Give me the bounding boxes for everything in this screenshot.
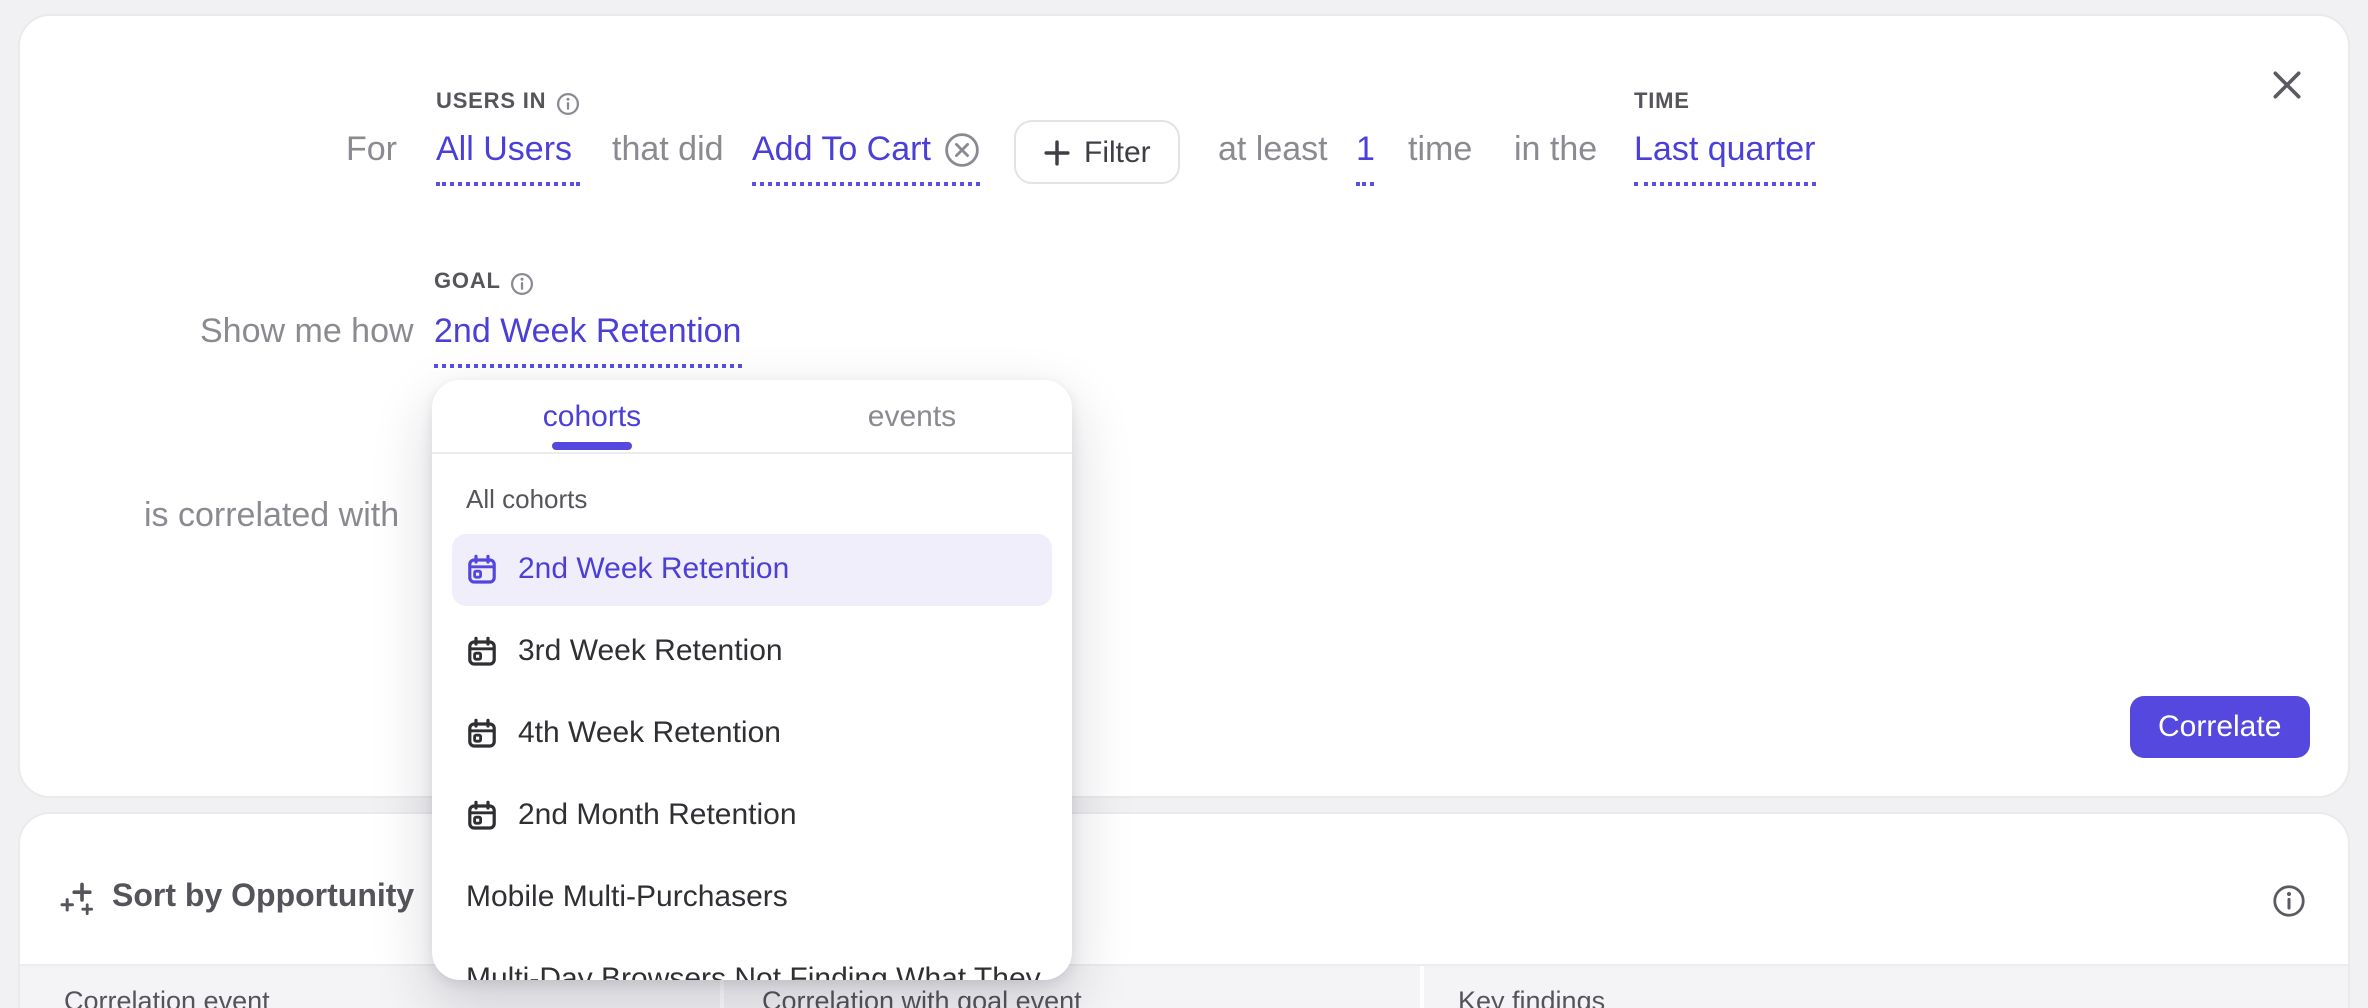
info-icon[interactable] <box>556 91 580 115</box>
goal-label: GOAL <box>434 270 741 296</box>
cohort-picker-dropdown: cohorts events All cohorts 2nd Week R <box>432 380 1072 980</box>
info-icon[interactable] <box>2272 884 2306 918</box>
column-header-key-findings: Key findings <box>1458 986 1605 1008</box>
sentence-show-me-how: Show me how <box>200 312 414 352</box>
sort-by-opportunity-control[interactable]: Sort by Opportunity <box>60 880 414 916</box>
list-item[interactable]: 4th Week Retention <box>432 692 1072 774</box>
column-header-correlation-with-goal: Correlation with goal event <box>762 986 1082 1008</box>
sentence-at-least: at least <box>1218 130 1328 170</box>
cohort-list: 2nd Week Retention 3rd Week Retention <box>432 528 1072 980</box>
sort-label: Sort by Opportunity <box>112 880 414 916</box>
users-selector[interactable]: All Users <box>436 130 580 186</box>
sentence-that-did: that did <box>612 130 724 170</box>
correlate-screen: For USERS IN All Users that did Add To C… <box>0 0 2368 1008</box>
list-item[interactable]: 3rd Week Retention <box>432 610 1072 692</box>
count-input[interactable]: 1 <box>1356 130 1375 186</box>
time-range-selector[interactable]: Last quarter <box>1634 130 1815 186</box>
tab-events[interactable]: events <box>752 380 1072 452</box>
calendar-icon <box>466 717 498 749</box>
sentence-time: time <box>1408 130 1472 170</box>
sentence-in-the: in the <box>1514 130 1597 170</box>
goal-selector[interactable]: 2nd Week Retention <box>434 312 741 368</box>
x-circle-icon[interactable] <box>945 132 981 168</box>
dropdown-tabs: cohorts events <box>432 380 1072 454</box>
active-tab-indicator <box>552 442 632 450</box>
calendar-icon <box>466 553 498 585</box>
calendar-icon <box>466 799 498 831</box>
add-filter-button[interactable]: Filter <box>1014 120 1181 184</box>
users-in-label: USERS IN <box>436 90 580 116</box>
plus-icon <box>1044 139 1070 165</box>
time-label: TIME <box>1634 90 1815 116</box>
column-header-correlation-event: Correlation event <box>64 986 270 1008</box>
list-item[interactable]: Mobile Multi-Purchasers <box>432 856 1072 938</box>
close-icon[interactable] <box>2270 68 2304 102</box>
calendar-icon <box>466 635 498 667</box>
list-item[interactable]: 2nd Week Retention <box>432 528 1072 610</box>
sort-sparkle-icon <box>60 880 96 916</box>
sentence-for: For <box>346 130 397 170</box>
results-header-band: Correlation event Correlation with goal … <box>20 966 2348 1008</box>
correlate-button[interactable]: Correlate <box>2130 696 2309 758</box>
list-item[interactable]: 2nd Month Retention <box>432 774 1072 856</box>
info-icon[interactable] <box>511 271 535 295</box>
column-header-cell: Key findings <box>1424 966 2348 1008</box>
event-selector[interactable]: Add To Cart <box>752 130 981 186</box>
results-card: Sort by Opportunity Correlation event Co… <box>18 812 2350 1008</box>
section-label-all-cohorts: All cohorts <box>466 484 587 514</box>
list-item[interactable]: Multi-Day Browsers Not Finding What They <box>432 938 1072 980</box>
sentence-is-correlated-with: is correlated with <box>144 496 399 536</box>
